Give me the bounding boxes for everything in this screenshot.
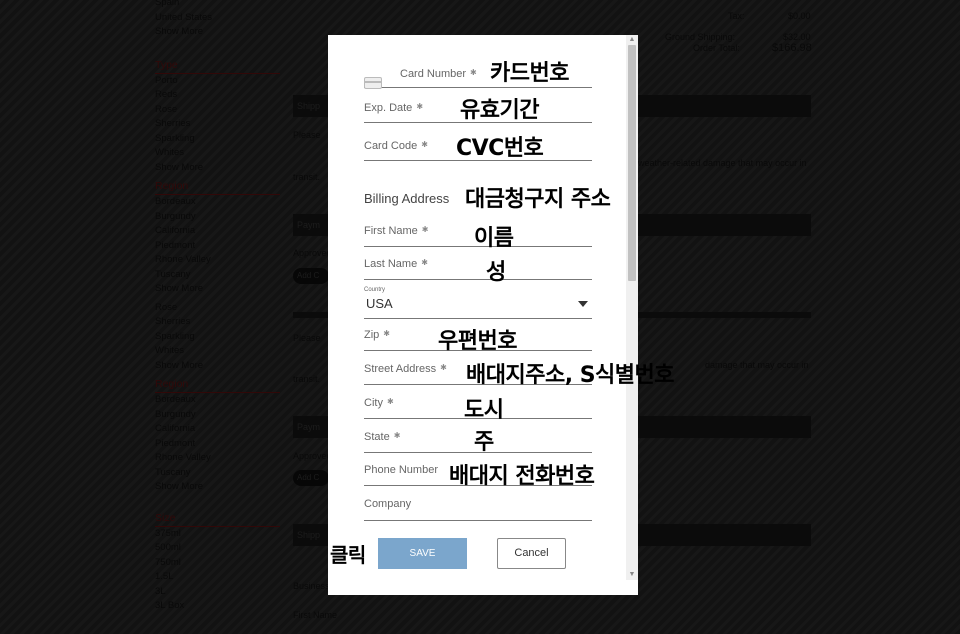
exp-date-label: Exp. Date ✱ [364, 102, 424, 114]
first-name-label: First Name ✱ [364, 225, 429, 237]
billing-address-title: Billing Address [364, 191, 450, 206]
state-label: State ✱ [364, 431, 401, 443]
annotation-zip: 우편번호 [438, 329, 517, 354]
annotation-street: 배대지주소, S식별번호 [466, 363, 675, 388]
annotation-last-name: 성 [486, 260, 506, 285]
scroll-down-icon[interactable]: ▼ [626, 570, 638, 580]
city-label: City ✱ [364, 397, 394, 409]
last-name-label: Last Name ✱ [364, 258, 428, 270]
country-select[interactable]: Country USA [364, 287, 592, 319]
annotation-exp-date: 유효기간 [460, 98, 539, 123]
annotation-card-number: 카드번호 [490, 61, 569, 86]
cancel-button[interactable]: Cancel [497, 538, 566, 569]
scroll-up-icon[interactable]: ▲ [626, 35, 638, 45]
chevron-down-icon[interactable] [578, 301, 588, 307]
card-code-label: Card Code ✱ [364, 140, 428, 152]
country-label: Country [364, 287, 386, 293]
company-field[interactable]: Company [364, 498, 592, 521]
annotation-card-code: CVC번호 [456, 136, 544, 161]
street-address-label: Street Address ✱ [364, 363, 447, 375]
phone-number-label: Phone Number [364, 464, 438, 476]
last-name-field[interactable]: Last Name ✱ [364, 258, 592, 280]
annotation-billing: 대금청구지 주소 [465, 187, 611, 212]
save-button[interactable]: SAVE [378, 538, 467, 569]
annotation-state: 주 [474, 430, 494, 455]
scroll-thumb[interactable] [628, 45, 636, 281]
zip-label: Zip ✱ [364, 329, 390, 341]
card-number-label: Card Number ✱ [400, 68, 477, 80]
company-label: Company [364, 498, 412, 510]
annotation-click: 클릭 [330, 543, 366, 567]
annotation-phone: 배대지 전화번호 [449, 464, 595, 489]
credit-card-icon [364, 77, 382, 89]
annotation-city: 도시 [464, 398, 504, 423]
country-value: USA [366, 296, 393, 311]
modal-scrollbar[interactable]: ▲ ▼ [626, 35, 638, 580]
annotation-first-name: 이름 [474, 226, 514, 251]
